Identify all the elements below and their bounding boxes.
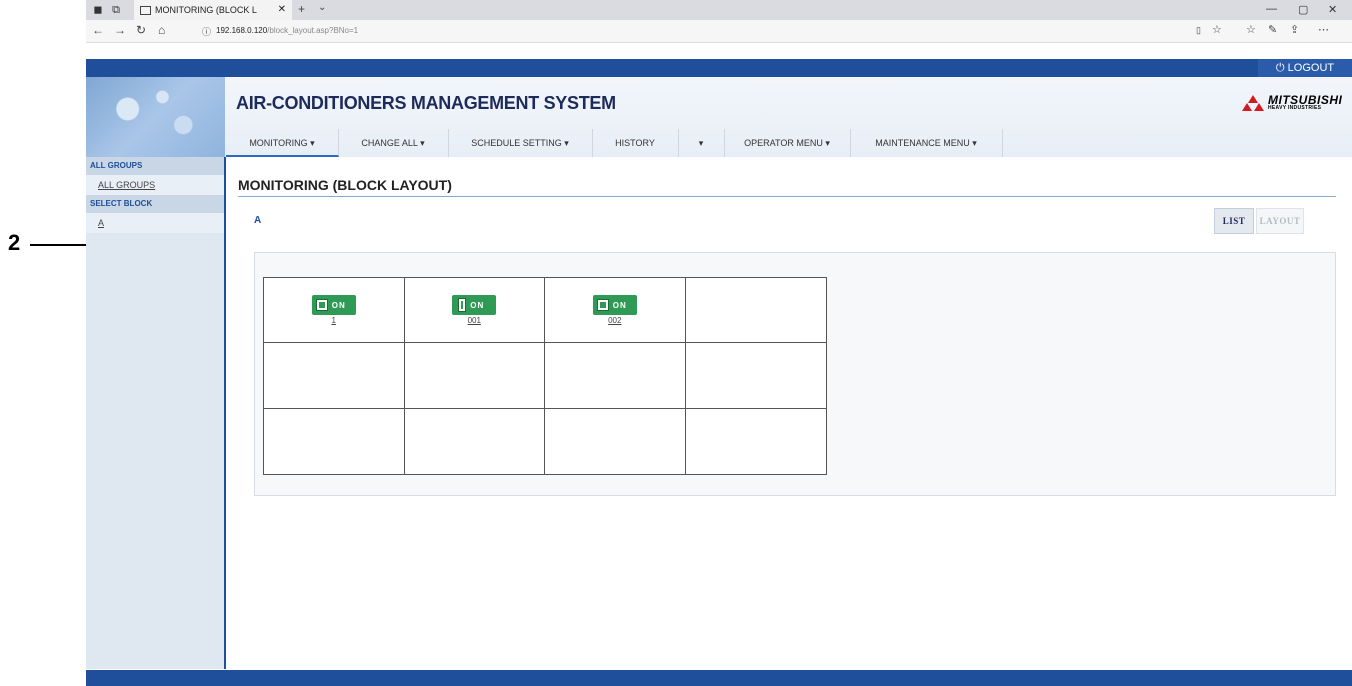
back-icon[interactable]: ← xyxy=(92,23,104,37)
menu-change-all[interactable]: CHANGE ALL ▾ xyxy=(338,129,449,157)
minimize-icon[interactable]: — xyxy=(1266,3,1277,15)
callout-line xyxy=(30,244,92,246)
menu-history[interactable]: HISTORY xyxy=(592,129,679,157)
tab-bar: ◼ ⧉ MONITORING (BLOCK L ✕ + ⌄ — ▢ ✕ xyxy=(86,0,1352,20)
grid-cell: ON 002 xyxy=(545,278,686,344)
menu-schedule-setting[interactable]: SCHEDULE SETTING ▾ xyxy=(448,129,593,157)
ceiling-cassette-icon xyxy=(315,299,328,311)
unit-status-badge[interactable]: ON xyxy=(592,295,637,315)
menu-operator-menu[interactable]: OPERATOR MENU ▾ xyxy=(724,129,851,157)
grid-cell xyxy=(545,408,686,474)
unit-name-link[interactable]: 002 xyxy=(593,316,637,325)
three-diamonds-icon xyxy=(1242,95,1264,111)
unit-status-badge[interactable]: ON xyxy=(452,295,497,315)
grid-cell xyxy=(686,409,827,474)
grid-cell: ON 001 xyxy=(404,278,545,344)
menu-maintenance-menu[interactable]: MAINTENANCE MENU ▾ xyxy=(850,129,1003,157)
url-field[interactable]: 192.168.0.120/block_layout.asp?BNo=1 xyxy=(216,26,358,35)
logout-button[interactable]: ⏻ LOGOUT xyxy=(1258,59,1352,77)
unit-state: ON xyxy=(331,300,346,310)
sidebar-link-block-a[interactable]: A xyxy=(86,213,224,233)
title-divider xyxy=(238,196,1336,197)
wall-unit-icon xyxy=(458,298,467,312)
unit-002[interactable]: ON 002 xyxy=(592,295,637,325)
callout-number: 2 xyxy=(8,230,21,255)
list-view-button[interactable]: LIST xyxy=(1214,208,1254,234)
grid-cell xyxy=(264,408,405,474)
footer-bar xyxy=(86,670,1352,686)
brand-logo: MITSUBISHI HEAVY INDUSTRIES xyxy=(1242,93,1342,113)
top-strip: ⏻ LOGOUT xyxy=(86,59,1352,77)
sidebar-heading-all-groups: ALL GROUPS xyxy=(86,157,224,175)
refresh-icon[interactable]: ↻ xyxy=(136,23,146,37)
favorite-star-icon[interactable]: ☆ xyxy=(1212,23,1222,36)
maximize-icon[interactable]: ▢ xyxy=(1298,3,1308,16)
main-content: MONITORING (BLOCK LAYOUT) A LIST LAYOUT … xyxy=(228,157,1352,669)
share-icon[interactable]: ⇪ xyxy=(1290,23,1299,36)
home-icon[interactable]: ⌂ xyxy=(158,23,165,37)
grid-cell xyxy=(545,343,686,409)
unit-name-link[interactable]: 1 xyxy=(312,316,356,325)
block-name: A xyxy=(254,215,262,226)
browser-tab[interactable]: MONITORING (BLOCK L ✕ xyxy=(134,0,292,20)
sidebar: ALL GROUPS ALL GROUPS SELECT BLOCK A xyxy=(86,157,226,669)
grid-cell xyxy=(405,408,545,474)
unit-state: ON xyxy=(612,300,627,310)
page-title: MONITORING (BLOCK LAYOUT) xyxy=(238,177,452,193)
reading-view-icon[interactable]: ▯ xyxy=(1196,25,1201,36)
forward-icon[interactable]: → xyxy=(114,23,126,37)
block-layout-grid: ON 1 ON 001 ON 002 xyxy=(263,277,827,475)
main-menu: MONITORING ▾ CHANGE ALL ▾ SCHEDULE SETTI… xyxy=(226,129,1352,157)
grid-cell: ON 1 xyxy=(264,278,405,344)
tab-preview-icon[interactable]: ⧉ xyxy=(110,4,122,16)
menu-history-dropdown[interactable]: ▾ xyxy=(678,129,725,157)
grid-cell xyxy=(404,343,545,409)
grid-cell xyxy=(264,343,405,409)
unit-state: ON xyxy=(470,300,485,310)
browser-window: ◼ ⧉ MONITORING (BLOCK L ✕ + ⌄ — ▢ ✕ ← → … xyxy=(86,0,1352,686)
sidebar-link-all-groups[interactable]: ALL GROUPS xyxy=(86,175,224,195)
app-header: AIR-CONDITIONERS MANAGEMENT SYSTEM MITSU… xyxy=(86,77,1352,157)
floor-unit-icon xyxy=(596,299,609,311)
notes-icon[interactable]: ✎ xyxy=(1268,23,1277,36)
more-icon[interactable]: ⋯ xyxy=(1318,23,1329,36)
header-graphic xyxy=(86,77,225,157)
new-tab-icon[interactable]: + xyxy=(298,2,305,16)
tab-close-icon[interactable]: ✕ xyxy=(278,0,286,20)
close-window-icon[interactable]: ✕ xyxy=(1328,3,1337,16)
favorites-hub-icon[interactable]: ☆ xyxy=(1246,23,1256,36)
layout-panel: ON 1 ON 001 ON 002 xyxy=(254,252,1336,496)
unit-001[interactable]: ON 001 xyxy=(452,295,497,325)
grid-cell xyxy=(685,278,826,344)
page-icon xyxy=(140,6,151,16)
layout-view-button[interactable]: LAYOUT xyxy=(1256,208,1304,234)
unit-1[interactable]: ON 1 xyxy=(311,295,356,325)
address-bar: ← → ↻ ⌂ ⓘ 192.168.0.120/block_layout.asp… xyxy=(86,20,1352,43)
tab-list-icon[interactable]: ⌄ xyxy=(318,2,326,13)
site-info-icon[interactable]: ⓘ xyxy=(202,25,211,38)
unit-status-badge[interactable]: ON xyxy=(311,295,356,315)
menu-monitoring[interactable]: MONITORING ▾ xyxy=(226,129,339,157)
grid-cell xyxy=(685,343,826,409)
unit-name-link[interactable]: 001 xyxy=(452,316,496,325)
window-menu-icon[interactable]: ◼ xyxy=(92,4,104,16)
sidebar-heading-select-block: SELECT BLOCK xyxy=(86,195,224,213)
app-title: AIR-CONDITIONERS MANAGEMENT SYSTEM xyxy=(236,93,616,113)
tab-title: MONITORING (BLOCK L xyxy=(155,5,257,15)
power-icon: ⏻ xyxy=(1275,62,1285,74)
